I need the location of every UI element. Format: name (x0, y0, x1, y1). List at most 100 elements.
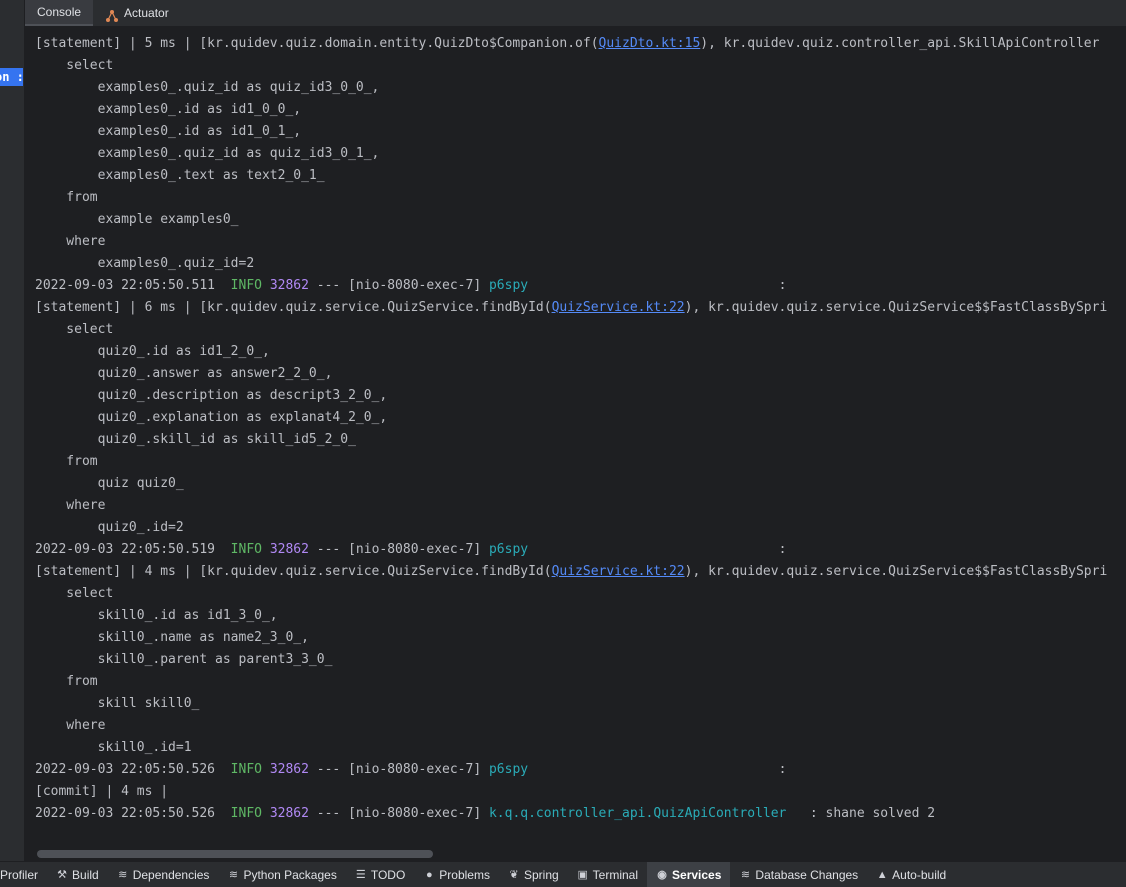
console-text: where (35, 234, 106, 249)
toolbar-item-label: Services (672, 867, 722, 882)
console-line: [statement] | 6 ms | [kr.quidev.quiz.ser… (35, 297, 1107, 319)
toolbar-item-label: Problems (439, 867, 490, 882)
console-text: select (35, 586, 114, 601)
console-line: example examples0_ (35, 209, 239, 231)
toolbar-item-label: Python Packages (243, 867, 337, 882)
console-text: skill0_.id=1 (35, 740, 192, 755)
console-text: from (35, 674, 98, 689)
toolbar-dependencies[interactable]: ≋ Dependencies (108, 862, 219, 887)
console-line: quiz0_.id as id1_2_0_, (35, 341, 270, 363)
horizontal-scrollbar[interactable] (25, 847, 1126, 861)
console-text: quiz0_.id as id1_2_0_, (35, 344, 270, 359)
source-link[interactable]: QuizService.kt:22 (552, 300, 685, 315)
toolbar-auto-build[interactable]: ▲ Auto-build (867, 862, 955, 887)
console-text: 2022-09-03 22:05:50.511 (35, 278, 231, 293)
console-text: examples0_.id as id1_0_0_, (35, 102, 302, 117)
console-text: 2022-09-03 22:05:50.519 (35, 542, 231, 557)
console-text: examples0_.quiz_id as quiz_id3_0_1_, (35, 146, 380, 161)
services-icon: ◉ (657, 869, 667, 881)
console-text: examples0_.quiz_id=2 (35, 256, 255, 271)
console-line: [commit] | 4 ms | (35, 781, 168, 803)
toolbar-python-packages[interactable]: ≋ Python Packages (218, 862, 345, 887)
toolbar-item-label: Auto-build (892, 867, 947, 882)
console-text: from (35, 190, 98, 205)
toolbar-item-label: Terminal (592, 867, 639, 882)
toolbar-todo[interactable]: ☰ TODO (346, 862, 414, 887)
console-text: skill0_.name as name2_3_0_, (35, 630, 309, 645)
console-text: --- [nio-8080-exec-7] (308, 762, 489, 777)
hammer-icon: ⚒ (57, 869, 67, 881)
source-link[interactable]: QuizDto.kt:15 (599, 36, 701, 51)
console-text: quiz0_.explanation as explanat4_2_0_, (35, 410, 388, 425)
log-pid: 32862 (269, 278, 309, 293)
actuator-icon (105, 6, 119, 22)
layers-icon: ≋ (228, 869, 239, 881)
console-line: quiz0_.description as descript3_2_0_, (35, 385, 388, 407)
console-line: examples0_.quiz_id=2 (35, 253, 255, 275)
tool-window-tabs: Console Actuator (25, 0, 1126, 27)
tab-actuator[interactable]: Actuator (93, 0, 181, 26)
tab-console[interactable]: Console (25, 0, 94, 26)
console-line: 2022-09-03 22:05:50.526 INFO 32862 --- [… (35, 803, 935, 825)
console-line: skill0_.parent as parent3_3_0_ (35, 649, 333, 671)
console-line: select (35, 583, 113, 605)
toolbar-build[interactable]: ⚒ Build (47, 862, 108, 887)
console-line: quiz0_.skill_id as skill_id5_2_0_ (35, 429, 356, 451)
toolbar-terminal[interactable]: ▣ Terminal (568, 862, 647, 887)
console-text: [commit] | 4 ms | (35, 784, 169, 799)
toolbar-item-label: Build (72, 867, 99, 882)
toolbar-services[interactable]: ◉ Services (647, 862, 731, 887)
console-text: skill0_.parent as parent3_3_0_ (35, 652, 333, 667)
console-text: : (528, 542, 787, 557)
toolbar-item-label: TODO (370, 867, 406, 882)
toolbar-database-changes[interactable]: ≋ Database Changes (730, 862, 867, 887)
source-link[interactable]: QuizService.kt:22 (552, 564, 685, 579)
console-line: from (35, 451, 98, 473)
console-line: quiz0_.explanation as explanat4_2_0_, (35, 407, 388, 429)
toolbar-item-label: Dependencies (132, 867, 210, 882)
console-line: select (35, 55, 113, 77)
console-text: [statement] | 5 ms | [kr.quidev.quiz.dom… (35, 36, 599, 51)
console-line: quiz0_.id=2 (35, 517, 184, 539)
console-line: skill0_.id=1 (35, 737, 192, 759)
console-text: skill0_.id as id1_3_0_, (35, 608, 278, 623)
layers-icon: ≋ (118, 869, 128, 881)
database-icon: ≋ (740, 869, 751, 881)
log-pid: 32862 (269, 806, 309, 821)
console-text: from (35, 454, 98, 469)
toolbar-item-label: Profiler (0, 867, 39, 882)
toolbar-problems[interactable]: ● Problems (414, 862, 499, 887)
log-logger: p6spy (488, 542, 529, 557)
console-line: skill skill0_ (35, 693, 200, 715)
console-line: examples0_.quiz_id as quiz_id3_0_0_, (35, 77, 380, 99)
console-text: [statement] | 6 ms | [kr.quidev.quiz.ser… (35, 300, 552, 315)
scrollbar-thumb[interactable] (37, 850, 433, 858)
console-line: skill0_.name as name2_3_0_, (35, 627, 309, 649)
toolbar-spring[interactable]: ❦ Spring (499, 862, 568, 887)
console-text: examples0_.text as text2_0_1_ (35, 168, 325, 183)
warning-icon: ▲ (876, 868, 888, 881)
console-line: 2022-09-03 22:05:50.519 INFO 32862 --- [… (35, 539, 786, 561)
log-pid: 32862 (269, 542, 309, 557)
run-config-badge[interactable]: on :8 (0, 68, 23, 86)
console-text: [statement] | 4 ms | [kr.quidev.quiz.ser… (35, 564, 552, 579)
tool-window-bar: Profiler ⚒ Build ≋ Dependencies ≋ Python Packa… (0, 861, 1126, 887)
console-output[interactable]: [statement] | 5 ms | [kr.quidev.quiz.dom… (25, 27, 1126, 847)
log-logger: k.q.q.controller_api.QuizApiController (488, 806, 787, 821)
console-line: quiz0_.answer as answer2_2_0_, (35, 363, 333, 385)
console-text: : (528, 762, 787, 777)
console-line: select (35, 319, 113, 341)
console-text: ), kr.quidev.quiz.service.QuizService$$F… (684, 564, 1108, 579)
console-line: from (35, 671, 98, 693)
log-pid: 32862 (269, 762, 309, 777)
console-text: select (35, 58, 114, 73)
console-text: examples0_.id as id1_0_1_, (35, 124, 302, 139)
toolbar-profiler[interactable]: Profiler (0, 862, 47, 887)
console-text: examples0_.quiz_id as quiz_id3_0_0_, (35, 80, 380, 95)
console-line: [statement] | 5 ms | [kr.quidev.quiz.dom… (35, 33, 1099, 55)
tab-actuator-label: Actuator (124, 6, 169, 20)
console-line: where (35, 495, 105, 517)
